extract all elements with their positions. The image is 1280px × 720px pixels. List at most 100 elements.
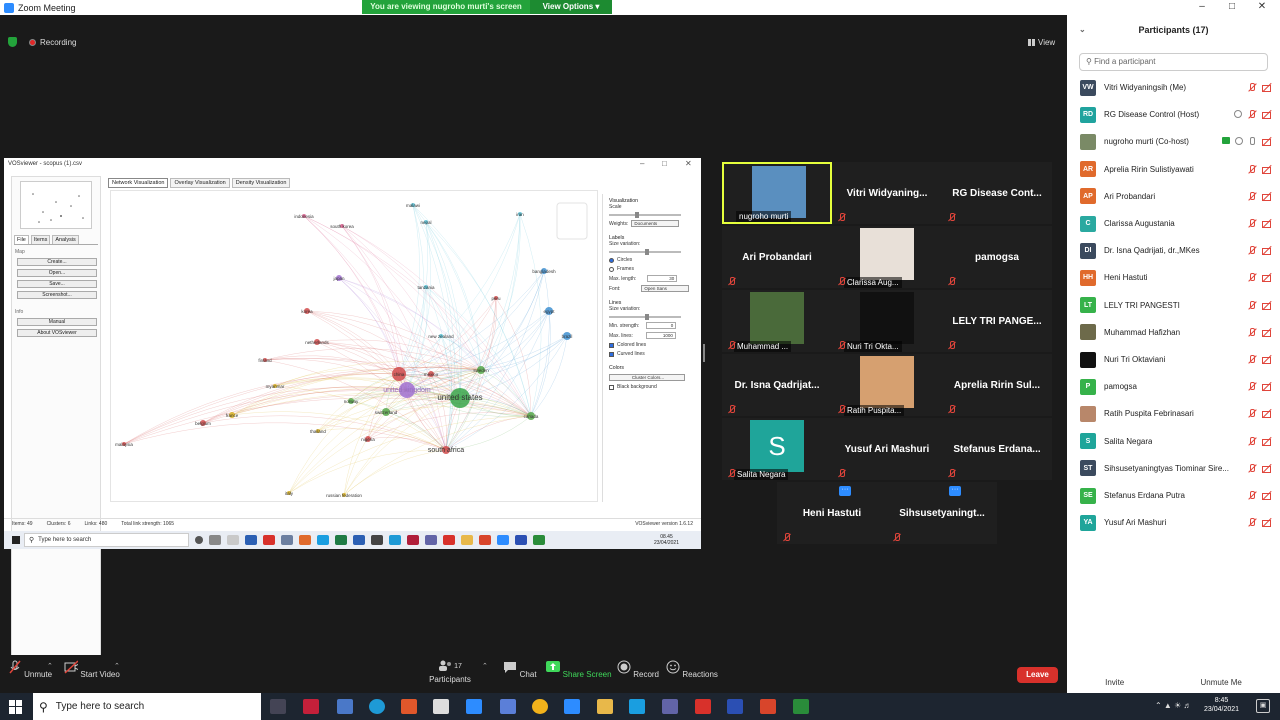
frames-radio[interactable] <box>609 266 614 272</box>
teams-icon[interactable] <box>662 699 678 714</box>
video-tile[interactable]: Clarissa Aug... <box>832 226 942 288</box>
save-button[interactable]: Save... <box>17 280 97 288</box>
font-select[interactable]: Open Sans <box>641 285 690 292</box>
curved-lines-checkbox[interactable] <box>609 351 614 357</box>
collapse-chevron-icon[interactable]: ⌄ <box>1079 15 1086 45</box>
view-options-button[interactable]: View Options ▾ <box>530 0 612 14</box>
screenshot-button[interactable]: Screenshot... <box>17 291 97 299</box>
mendeley-icon[interactable] <box>303 699 319 714</box>
video-tile[interactable]: Ratih Puspita... <box>832 354 942 416</box>
video-tile[interactable]: Ari Probandari <box>722 226 832 288</box>
minimize-button[interactable]: – <box>1188 0 1216 15</box>
tab-density-visualization[interactable]: Density Visualization <box>231 178 291 188</box>
tab-analysis[interactable]: Analysis <box>52 235 79 244</box>
edge-icon[interactable] <box>369 699 385 714</box>
participant-row[interactable]: SE Stefanus Erdana Putra <box>1067 482 1280 509</box>
video-tile[interactable]: Aprelia Ririn Sul... <box>942 354 1052 416</box>
video-tile[interactable]: Dr. Isna Qadrijat... <box>722 354 832 416</box>
store-icon[interactable] <box>433 699 449 714</box>
create-button[interactable]: Create... <box>17 258 97 266</box>
leave-button[interactable]: Leave <box>1017 667 1058 683</box>
taskbar-clock[interactable]: 8:45 23/04/2021 <box>1204 696 1239 714</box>
label-size-slider[interactable] <box>609 249 681 255</box>
video-tile[interactable]: nugroho murti <box>722 162 832 224</box>
manual-button[interactable]: Manual <box>17 318 97 326</box>
tab-items[interactable]: Items <box>30 235 51 244</box>
windows-start-icon[interactable] <box>9 699 23 714</box>
more-options-icon[interactable]: ··· <box>949 486 961 496</box>
video-tile[interactable]: Heni Hastuti ··· <box>777 482 887 544</box>
participant-search-input[interactable]: ⚲ Find a participant <box>1079 53 1268 71</box>
participant-row[interactable]: HH Heni Hastuti <box>1067 264 1280 291</box>
tray-icons[interactable]: ⌃ ▲ ☀ ♬ <box>1155 701 1191 710</box>
participant-row[interactable]: ST Sihsusetyaningtyas Tiominar Sire... <box>1067 455 1280 482</box>
close-button[interactable]: ✕ <box>1248 0 1276 15</box>
unmute-me-button[interactable]: Unmute Me <box>1201 678 1242 687</box>
powerpoint-icon[interactable] <box>760 699 776 714</box>
participant-row[interactable]: nugroho murti (Co-host) <box>1067 128 1280 155</box>
max-length-input[interactable]: 30 <box>647 275 678 282</box>
start-video-button[interactable]: Start Video ⌃ <box>57 660 127 679</box>
panel-divider-handle[interactable] <box>703 344 705 362</box>
colored-lines-checkbox[interactable] <box>609 342 614 348</box>
video-tile[interactable]: S Salita Negara <box>722 418 832 480</box>
video-options-caret-icon[interactable]: ⌃ <box>114 662 120 670</box>
line-size-slider[interactable] <box>609 314 681 320</box>
participant-row[interactable]: YA Yusuf Ari Mashuri <box>1067 509 1280 536</box>
video-tile[interactable]: pamogsa <box>942 226 1052 288</box>
notifications-icon[interactable]: ▣ <box>1256 699 1270 713</box>
audio-options-caret-icon[interactable]: ⌃ <box>47 662 53 670</box>
participant-row[interactable]: VW Vitri Widyaningsih (Me) <box>1067 74 1280 101</box>
video-tile[interactable]: LELY TRI PANGE... <box>942 290 1052 352</box>
participant-row[interactable]: AR Aprelia Ririn Sulistiyawati <box>1067 156 1280 183</box>
acrobat-icon[interactable] <box>695 699 711 714</box>
participant-row[interactable]: Ratih Puspita Febrinasari <box>1067 400 1280 427</box>
participant-row[interactable]: Nuri Tri Oktaviani <box>1067 346 1280 373</box>
weights-select[interactable]: Documents <box>631 220 680 227</box>
network-map[interactable]: malawi nepal indonesia south korea iran japan… <box>110 190 598 502</box>
mail-icon[interactable] <box>337 699 353 714</box>
participant-row[interactable]: LT LELY TRI PANGESTI <box>1067 292 1280 319</box>
video-tile[interactable]: Stefanus Erdana... <box>942 418 1052 480</box>
tab-file[interactable]: File <box>14 235 29 244</box>
office-icon[interactable] <box>401 699 417 714</box>
circles-radio[interactable] <box>609 257 614 263</box>
zoom-pan-control[interactable] <box>556 202 588 240</box>
zoom-taskbar-icon[interactable] <box>564 699 580 714</box>
maximize-button[interactable]: □ <box>1218 0 1246 15</box>
max-lines-input[interactable]: 1000 <box>645 332 676 339</box>
tab-network-visualization[interactable]: Network Visualization <box>108 178 169 188</box>
video-tile[interactable]: Muhammad ... <box>722 290 832 352</box>
unmute-button[interactable]: Unmute ⌃ <box>0 660 65 679</box>
chrome-icon[interactable] <box>532 699 548 714</box>
app-icon[interactable] <box>793 699 809 714</box>
participants-button[interactable]: 17 Participants ⌃ <box>415 660 488 684</box>
connect-icon[interactable] <box>466 699 482 714</box>
more-options-icon[interactable]: ··· <box>839 486 851 496</box>
taskbar-search-box[interactable]: ⚲ Type here to search <box>33 693 261 720</box>
tab-overlay-visualization[interactable]: Overlay Visualization <box>170 178 230 188</box>
participant-row[interactable]: S Salita Negara <box>1067 428 1280 455</box>
video-tile[interactable]: RG Disease Cont... <box>942 162 1052 224</box>
min-strength-input[interactable]: 0 <box>646 322 677 329</box>
video-tile[interactable]: Sihsusetyaningt... ··· <box>887 482 997 544</box>
reactions-button[interactable]: Reactions <box>657 660 727 679</box>
open-button[interactable]: Open... <box>17 269 97 277</box>
file-explorer-icon[interactable] <box>597 699 613 714</box>
cluster-colors-button[interactable]: Cluster Colors... <box>609 374 685 381</box>
task-view-icon[interactable] <box>270 699 286 714</box>
vosviewer-taskbar-icon[interactable] <box>727 699 743 714</box>
scale-slider[interactable] <box>609 212 681 218</box>
invite-button[interactable]: Invite <box>1105 678 1124 687</box>
skype-icon[interactable] <box>629 699 645 714</box>
black-background-checkbox[interactable] <box>609 384 614 390</box>
calculator-icon[interactable] <box>500 699 516 714</box>
participant-row[interactable]: Ppamogsa <box>1067 373 1280 400</box>
participant-row[interactable]: RD RG Disease Control (Host) <box>1067 101 1280 128</box>
view-button[interactable]: View <box>1028 38 1055 47</box>
video-tile[interactable]: Yusuf Ari Mashuri <box>832 418 942 480</box>
participant-row[interactable]: Muhammad Hafizhan <box>1067 319 1280 346</box>
participant-row[interactable]: C Clarissa Augustania <box>1067 210 1280 237</box>
video-tile[interactable]: Nuri Tri Okta... <box>832 290 942 352</box>
participant-row[interactable]: DI Dr. Isna Qadrijati, dr.,MKes <box>1067 237 1280 264</box>
